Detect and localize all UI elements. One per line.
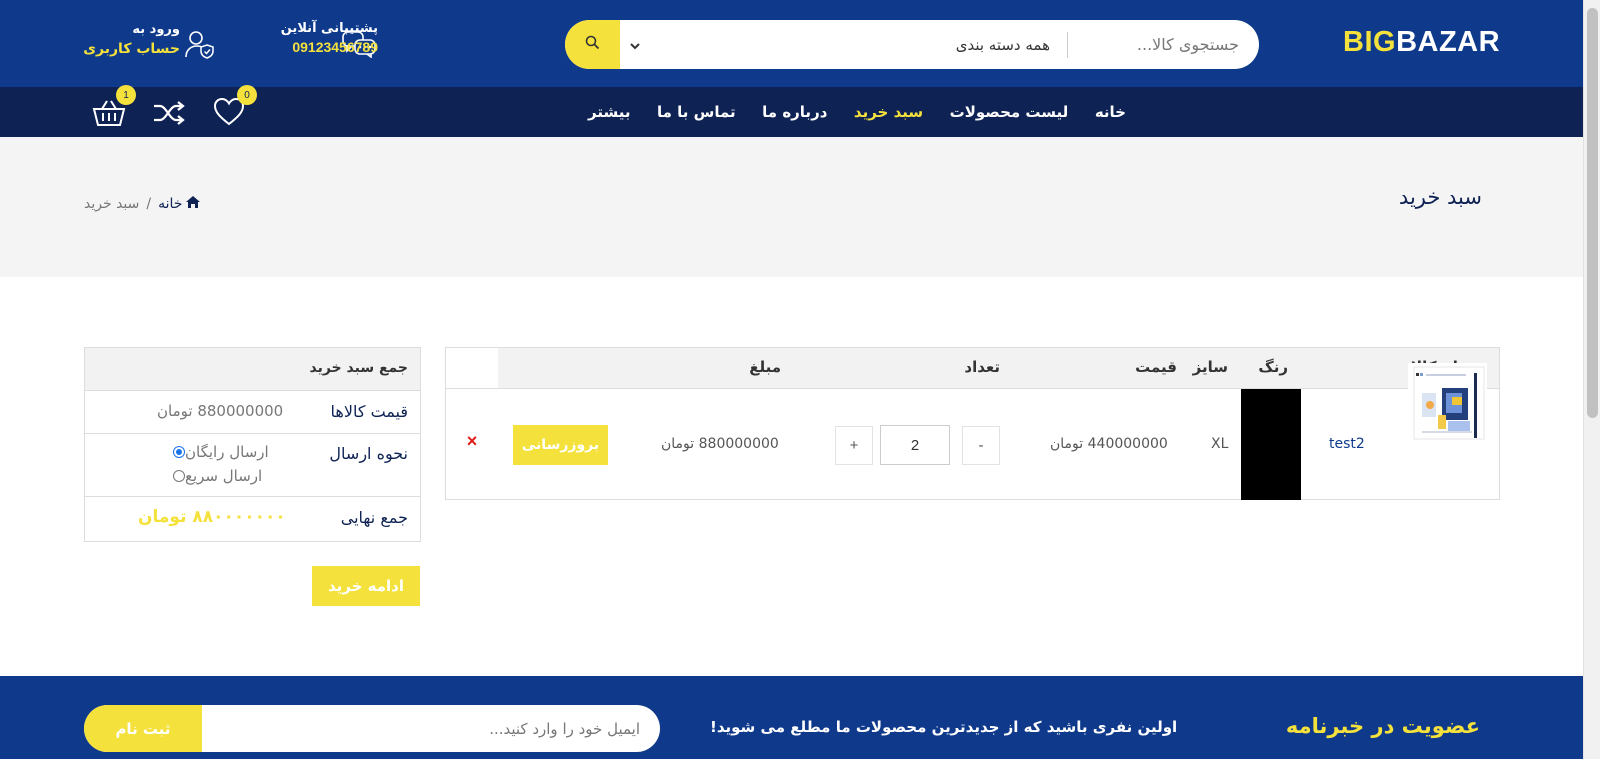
logo-big: BIG: [1343, 26, 1397, 58]
top-header: BIGBAZAR همه دسته بندی پشتیبانی آنلاین 0…: [0, 0, 1583, 87]
newsletter-email-input[interactable]: [210, 705, 660, 752]
support-label: پشتیبانی آنلاین: [280, 21, 378, 36]
page-scrollbar[interactable]: [1583, 0, 1600, 759]
shipping-option-fast-label: ارسال سریع: [185, 467, 263, 485]
shuffle-icon: [152, 101, 186, 129]
radio-fast-shipping[interactable]: [173, 470, 185, 482]
update-cart-button[interactable]: بروزرسانی: [513, 425, 608, 465]
shipping-option-fast[interactable]: ارسال سریع: [165, 467, 262, 485]
breadcrumb-current: سبد خرید: [84, 196, 140, 212]
summary-shipping-row: نحوه ارسال ارسال رایگان ارسال سریع: [85, 434, 420, 497]
cart-summary: جمع سبد خرید قیمت کالاها 880000000 تومان…: [84, 347, 421, 542]
radio-free-shipping[interactable]: [173, 446, 185, 458]
account-line2: حساب کاربری: [83, 41, 180, 57]
nav-item-contact[interactable]: تماس با ما: [657, 103, 736, 121]
cart-table-header: نام کالا رنگ سایز قیمت تعداد مبلغ: [446, 348, 1499, 389]
col-header-amount: مبلغ: [749, 358, 781, 376]
shipping-label: نحوه ارسال: [329, 444, 408, 463]
summary-items-price-row: قیمت کالاها 880000000 تومان: [85, 391, 420, 434]
total-label: جمع نهایی: [340, 508, 408, 527]
newsletter-text: اولین نفری باشید که از جدیدترین محصولات …: [710, 718, 1178, 736]
search-input[interactable]: [1069, 20, 1259, 69]
product-name-link[interactable]: test2: [1329, 436, 1365, 452]
account-link[interactable]: ورود به حساب کاربری: [80, 22, 180, 57]
category-selected-label: همه دسته بندی: [955, 35, 1050, 54]
logo-bazar: BAZAR: [1396, 26, 1501, 58]
chevron-down-icon: [630, 36, 640, 54]
remove-item-button[interactable]: ×: [462, 431, 482, 451]
cart-table: نام کالا رنگ سایز قیمت تعداد مبلغ test2 …: [445, 347, 1500, 500]
newsletter-signup-button[interactable]: ثبت نام: [84, 705, 202, 752]
product-size: XL: [1211, 436, 1229, 452]
nav-item-more[interactable]: بیشتر: [588, 103, 630, 121]
newsletter-section: عضویت در خبرنامه اولین نفری باشید که از …: [0, 676, 1583, 759]
qty-increase-button[interactable]: +: [835, 426, 873, 465]
breadcrumb-home[interactable]: خانه: [158, 195, 201, 213]
col-header-qty: تعداد: [964, 358, 1000, 376]
shipping-option-free[interactable]: ارسال رایگان: [165, 443, 269, 461]
nav-item-products[interactable]: لیست محصولات: [950, 103, 1069, 121]
shipping-option-free-label: ارسال رایگان: [185, 443, 269, 461]
qty-input[interactable]: [880, 425, 950, 465]
user-shield-icon: [185, 30, 215, 64]
col-header-size: سایز: [1192, 358, 1228, 376]
nav-item-cart[interactable]: سبد خرید: [854, 103, 923, 121]
wishlist-button[interactable]: 0: [212, 85, 257, 131]
nav-item-about[interactable]: درباره ما: [762, 103, 827, 121]
col-header-color: رنگ: [1258, 358, 1288, 376]
total-value: ۸۸۰۰۰۰۰۰۰ تومان: [138, 507, 286, 527]
items-price-value: 880000000 تومان: [157, 402, 284, 420]
category-select[interactable]: همه دسته بندی: [620, 20, 1060, 69]
page-title: سبد خرید: [1398, 185, 1482, 209]
line-amount: 880000000 تومان: [661, 436, 779, 452]
product-image[interactable]: [1408, 363, 1487, 443]
continue-shopping-button[interactable]: ادامه خرید: [312, 566, 420, 606]
search-bar: همه دسته بندی: [565, 20, 1259, 69]
qty-decrease-button[interactable]: -: [962, 426, 1000, 465]
main-menu: خانه لیست محصولات سبد خرید درباره ما تما…: [588, 87, 1126, 137]
nav-item-home[interactable]: خانه: [1095, 103, 1126, 121]
col-header-price: قیمت: [1135, 358, 1177, 376]
breadcrumb-separator: /: [146, 196, 152, 212]
home-icon: [185, 195, 201, 213]
compare-button[interactable]: [152, 101, 186, 129]
breadcrumb: خانه / سبد خرید: [84, 195, 201, 213]
search-divider: [1067, 32, 1068, 58]
scrollbar-thumb[interactable]: [1587, 8, 1598, 418]
account-line1: ورود به: [132, 22, 180, 37]
search-icon: [585, 35, 600, 54]
cart-button[interactable]: 1: [92, 85, 136, 131]
online-support: پشتیبانی آنلاین 09123456789: [243, 21, 378, 55]
support-phone[interactable]: 09123456789: [243, 39, 378, 55]
search-button[interactable]: [565, 20, 620, 69]
newsletter-form: ثبت نام: [84, 705, 660, 752]
cart-count-badge: 1: [116, 85, 136, 105]
basket-icon: [92, 100, 126, 131]
summary-total-row: جمع نهایی ۸۸۰۰۰۰۰۰۰ تومان: [85, 497, 420, 541]
wishlist-count-badge: 0: [237, 85, 257, 105]
site-logo[interactable]: BIGBAZAR: [1343, 26, 1500, 59]
page-banner: سبد خرید خانه / سبد خرید: [0, 137, 1583, 277]
product-price: 440000000 تومان: [1050, 436, 1168, 452]
product-color-swatch: [1241, 389, 1301, 500]
summary-title-row: جمع سبد خرید: [85, 348, 420, 391]
breadcrumb-home-label: خانه: [158, 196, 183, 212]
newsletter-title: عضویت در خبرنامه: [1285, 714, 1480, 738]
heart-icon: [212, 97, 246, 131]
summary-title: جمع سبد خرید: [309, 360, 409, 376]
items-price-label: قیمت کالاها: [330, 402, 408, 421]
